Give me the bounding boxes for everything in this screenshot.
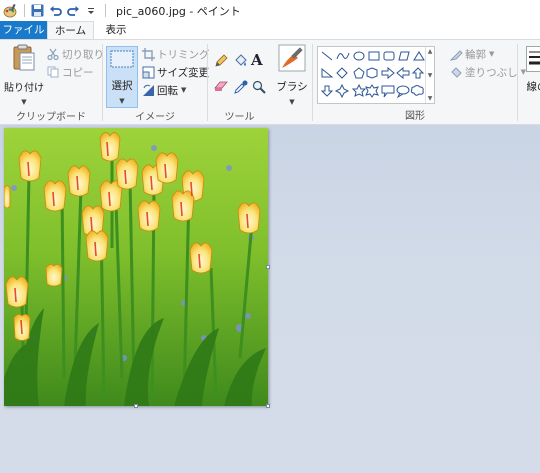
eraser-icon[interactable] [214, 80, 228, 95]
group-divider [517, 44, 518, 121]
tab-file[interactable]: ファイル [0, 21, 47, 39]
shapes-grid [320, 51, 425, 99]
select-label: 選択 [111, 80, 133, 92]
paste-label: 貼り付け [4, 83, 44, 94]
fill-bucket-icon[interactable] [234, 54, 248, 71]
resize-handle-bottom[interactable] [134, 404, 138, 408]
clipboard-group-label: クリップボード [16, 112, 86, 123]
line-width-icon [526, 46, 540, 75]
customize-dropdown-icon[interactable] [83, 3, 99, 19]
crop-icon [141, 47, 155, 61]
rotate-icon [141, 83, 155, 97]
resize-label: サイズ変更 [157, 66, 210, 79]
resize-button[interactable]: サイズ変更 [141, 64, 209, 80]
resize-handle-right[interactable] [266, 265, 270, 269]
brush-icon [278, 44, 306, 75]
copy-label: コピー [62, 66, 94, 79]
pencil-icon[interactable] [214, 54, 228, 71]
fill-button[interactable]: 塗りつぶし ▼ [449, 64, 526, 80]
tools-group-label: ツール [224, 112, 255, 123]
ribbon-tabs: ファイル ホーム 表示 [0, 21, 540, 39]
line-width-button[interactable]: 線の [522, 46, 540, 94]
outline-button[interactable]: 輪郭 ▼ [449, 46, 494, 62]
scroll-down-icon[interactable]: ▼ [428, 72, 433, 79]
resize-handle-corner[interactable] [266, 404, 270, 408]
group-tools: A ツール [208, 40, 271, 124]
shapes-scrollbar[interactable]: ▲ ▼ ▼ [425, 47, 434, 103]
line-width-label: 線の [526, 81, 540, 93]
select-button[interactable]: 選択 ▼ [106, 46, 138, 108]
brushes-button[interactable]: ブラシ ▼ [274, 44, 310, 106]
shapes-group-label: 図形 [405, 111, 425, 122]
crop-label: トリミング [157, 48, 210, 61]
title-bar: pic_a060.jpg - ペイント [0, 0, 540, 21]
paste-icon [12, 44, 36, 75]
redo-icon[interactable] [65, 3, 81, 19]
rotate-button[interactable]: 回転 ▼ [141, 82, 186, 98]
fill-icon [449, 65, 463, 79]
chevron-down-icon: ▼ [181, 85, 187, 94]
window-title: pic_a060.jpg - ペイント [116, 4, 241, 18]
crop-button[interactable]: トリミング [141, 46, 210, 62]
expand-gallery-icon[interactable]: ▼ [428, 95, 433, 102]
copy-icon [46, 65, 60, 79]
quick-access-toolbar [0, 0, 110, 21]
save-icon[interactable] [29, 3, 45, 19]
brushes-label: ブラシ [276, 81, 308, 93]
tab-view[interactable]: 表示 [94, 21, 138, 39]
color-picker-icon[interactable] [234, 80, 248, 97]
cut-button[interactable]: 切り取り [46, 46, 104, 62]
chevron-down-icon: ▼ [489, 49, 495, 58]
outline-icon [449, 47, 463, 61]
undo-icon[interactable] [47, 3, 63, 19]
resize-icon [141, 65, 155, 79]
select-rectangle-icon [110, 50, 134, 71]
shapes-gallery[interactable]: ▲ ▼ ▼ [317, 46, 435, 104]
outline-label: 輪郭 [465, 48, 486, 61]
tulip-image [4, 128, 268, 406]
chevron-down-icon: ▼ [119, 97, 125, 105]
ribbon: 貼り付け ▼ 切り取り コピー クリップボード イメージ 選択 ▼ トリミング … [0, 39, 540, 125]
paste-button[interactable]: 貼り付け ▼ [4, 44, 44, 106]
tab-home[interactable]: ホーム [47, 21, 94, 39]
magnifier-icon[interactable] [252, 80, 266, 97]
toolbar-divider [105, 4, 106, 17]
canvas-workspace[interactable] [0, 125, 540, 473]
scroll-up-icon[interactable]: ▲ [428, 48, 433, 55]
chevron-down-icon: ▼ [289, 98, 295, 106]
group-clipboard: 貼り付け ▼ 切り取り コピー クリップボード [0, 40, 104, 124]
toolbar-divider [24, 4, 25, 17]
cut-label: 切り取り [62, 48, 104, 61]
paint-app-icon[interactable] [2, 3, 18, 19]
rotate-label: 回転 [157, 84, 178, 97]
fill-label: 塗りつぶし [465, 66, 518, 79]
copy-button[interactable]: コピー [46, 64, 94, 80]
image-group-label: イメージ [135, 112, 175, 123]
scissors-icon [46, 47, 60, 61]
chevron-down-icon: ▼ [21, 98, 27, 106]
drawing-canvas[interactable] [4, 128, 268, 406]
text-tool-icon[interactable]: A [251, 51, 263, 69]
